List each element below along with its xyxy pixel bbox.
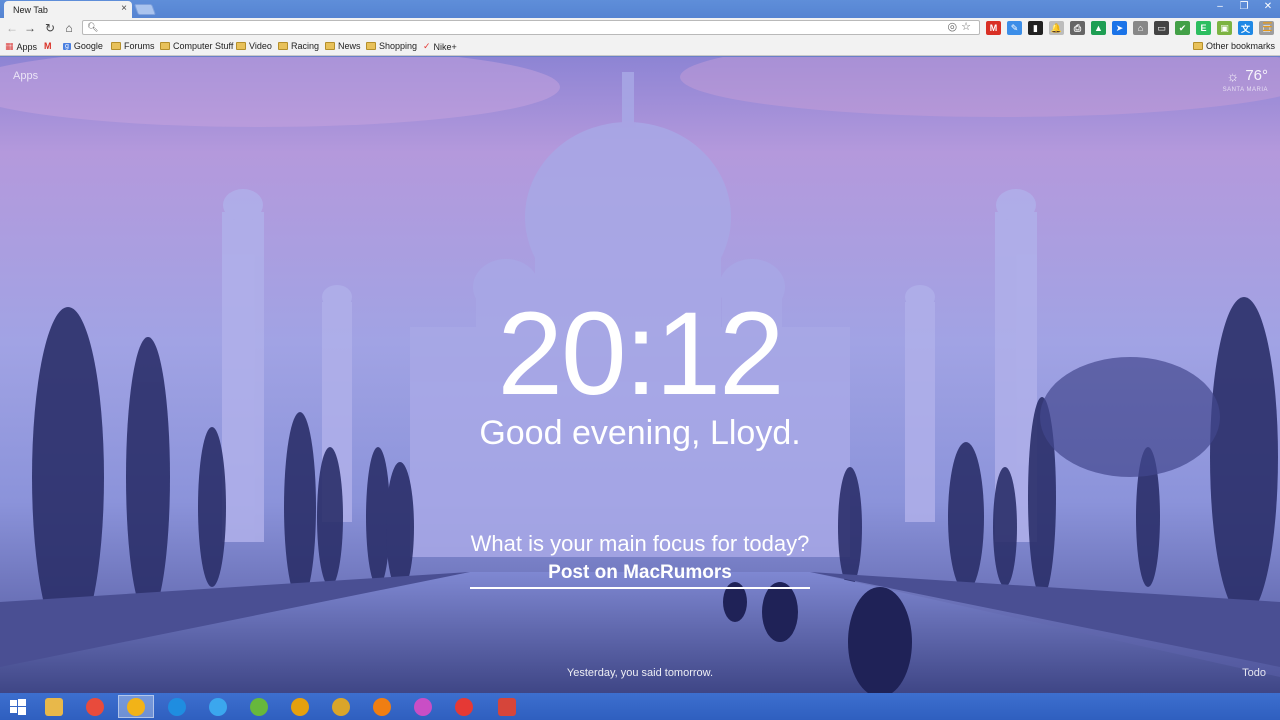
check-extension-icon[interactable]: ✔ <box>1175 21 1190 35</box>
location-icon[interactable]: ◎ <box>948 21 962 33</box>
bookmark-folder-racing[interactable]: Racing <box>278 41 319 51</box>
gmail-extension-icon[interactable]: M <box>986 21 1001 35</box>
bookmark-folder-computer-stuff[interactable]: Computer Stuff <box>160 41 233 51</box>
search-icon: 🔍︎ <box>87 22 99 32</box>
greeting: Good evening, Lloyd. <box>479 414 801 452</box>
bookmark-nike[interactable]: ✓ Nike+ <box>423 41 457 52</box>
drive-extension-icon[interactable]: ▲ <box>1091 21 1106 35</box>
picasa-icon[interactable] <box>405 695 441 718</box>
new-tab-page: Apps ☼ 76° SANTA MARIA 20:12 Good evenin… <box>0 57 1280 693</box>
clock: 20:12 <box>497 288 784 420</box>
internet-explorer-icon[interactable] <box>159 695 195 718</box>
bookmark-folder-forums[interactable]: Forums <box>111 41 155 51</box>
chrome-icon[interactable] <box>77 695 113 718</box>
utorrent-icon[interactable] <box>241 695 277 718</box>
vlc-icon[interactable] <box>364 695 400 718</box>
folder-icon <box>111 42 121 50</box>
bookmark-star-icon[interactable]: ☆ <box>961 21 975 33</box>
app-red-icon[interactable] <box>446 695 482 718</box>
translate-extension-icon[interactable]: 文 <box>1238 21 1253 35</box>
apps-grid-icon: ▦ <box>5 41 14 51</box>
apps-link[interactable]: Apps <box>13 70 38 82</box>
close-window-button[interactable]: ✕ <box>1256 0 1280 18</box>
folder-icon <box>1192 42 1203 50</box>
window-app-icon[interactable] <box>489 695 525 718</box>
restore-button[interactable]: ❐ <box>1232 0 1256 18</box>
folder-icon <box>160 42 170 50</box>
printer-extension-icon[interactable]: ⎙ <box>1070 21 1085 35</box>
arrow-extension-icon[interactable]: ➤ <box>1112 21 1127 35</box>
folder-icon <box>366 42 376 50</box>
phone-extension-icon[interactable]: ▮ <box>1028 21 1043 35</box>
plex-icon[interactable] <box>282 695 318 718</box>
cast-extension-icon[interactable]: ▭ <box>1154 21 1169 35</box>
chrome-menu-icon[interactable]: ☰ <box>1262 20 1274 34</box>
bookmark-google[interactable]: g Google <box>63 41 103 51</box>
quote: Yesterday, you said tomorrow. <box>566 667 714 679</box>
tab-new-tab[interactable]: New Tab × <box>4 1 132 18</box>
folder-icon <box>236 42 246 50</box>
omnibox[interactable]: 🔍︎ ◎☆ <box>82 20 980 35</box>
forward-button[interactable]: → <box>22 20 38 36</box>
bookmarks-bar: ▦ Apps M g Google Forums Computer Stuff … <box>0 38 1280 56</box>
google-icon: g <box>63 42 71 50</box>
pineapple-icon[interactable] <box>323 695 359 718</box>
back-button[interactable]: ← <box>4 20 20 36</box>
minimize-button[interactable]: – <box>1208 0 1232 18</box>
reload-button[interactable]: ↻ <box>42 20 58 36</box>
evernote-extension-icon[interactable]: E <box>1196 21 1211 35</box>
folder-icon <box>325 42 335 50</box>
pencil-extension-icon[interactable]: ✎ <box>1007 21 1022 35</box>
browser-toolbar: ← → ↻ ⌂ 🔍︎ ◎☆ M ✎ ▮ 🔔 ⎙ ▲ ➤ ⌂ ▭ ✔ E ▣ 文 ▢ ☰ <box>0 18 1280 38</box>
sun-icon: ☼ <box>1226 67 1240 84</box>
bookmark-apps[interactable]: ▦ Apps <box>5 41 37 52</box>
extension-icons: M ✎ ▮ 🔔 ⎙ ▲ ➤ ⌂ ▭ ✔ E ▣ 文 ▢ <box>986 21 1274 35</box>
title-bar: New Tab × – ❐ ✕ <box>0 0 1280 18</box>
window-controls: – ❐ ✕ <box>1208 0 1280 18</box>
focus-question: What is your main focus for today? <box>470 531 810 556</box>
hat-extension-icon[interactable]: ⌂ <box>1133 21 1148 35</box>
tab-title: New Tab <box>13 5 48 15</box>
start-button[interactable] <box>0 695 36 718</box>
bell-extension-icon[interactable]: 🔔 <box>1049 21 1064 35</box>
focus-input[interactable]: Post on MacRumors <box>470 562 810 589</box>
weather-location: SANTA MARIA <box>1222 87 1268 93</box>
bookmark-gmail[interactable]: M <box>44 41 52 51</box>
temperature: 76° <box>1245 67 1268 84</box>
itunes-icon[interactable] <box>200 695 236 718</box>
taskbar <box>0 693 1280 720</box>
todo-button[interactable]: Todo <box>1242 667 1266 679</box>
app-icon[interactable] <box>118 695 154 718</box>
file-explorer-icon[interactable] <box>36 695 72 718</box>
weather-widget[interactable]: ☼ 76° SANTA MARIA <box>1223 67 1268 93</box>
bookmark-folder-news[interactable]: News <box>325 41 361 51</box>
nike-icon: ✓ <box>423 41 431 51</box>
gmail-icon: M <box>44 41 52 51</box>
folder-icon <box>278 42 288 50</box>
keep-extension-icon[interactable]: ▣ <box>1217 21 1232 35</box>
home-button[interactable]: ⌂ <box>61 20 77 36</box>
bookmark-folder-video[interactable]: Video <box>236 41 272 51</box>
bookmark-other[interactable]: Other bookmarks <box>1192 41 1275 51</box>
bookmark-folder-shopping[interactable]: Shopping <box>366 41 417 51</box>
tab-close-icon[interactable]: × <box>121 3 127 14</box>
new-tab-button[interactable] <box>133 4 157 15</box>
